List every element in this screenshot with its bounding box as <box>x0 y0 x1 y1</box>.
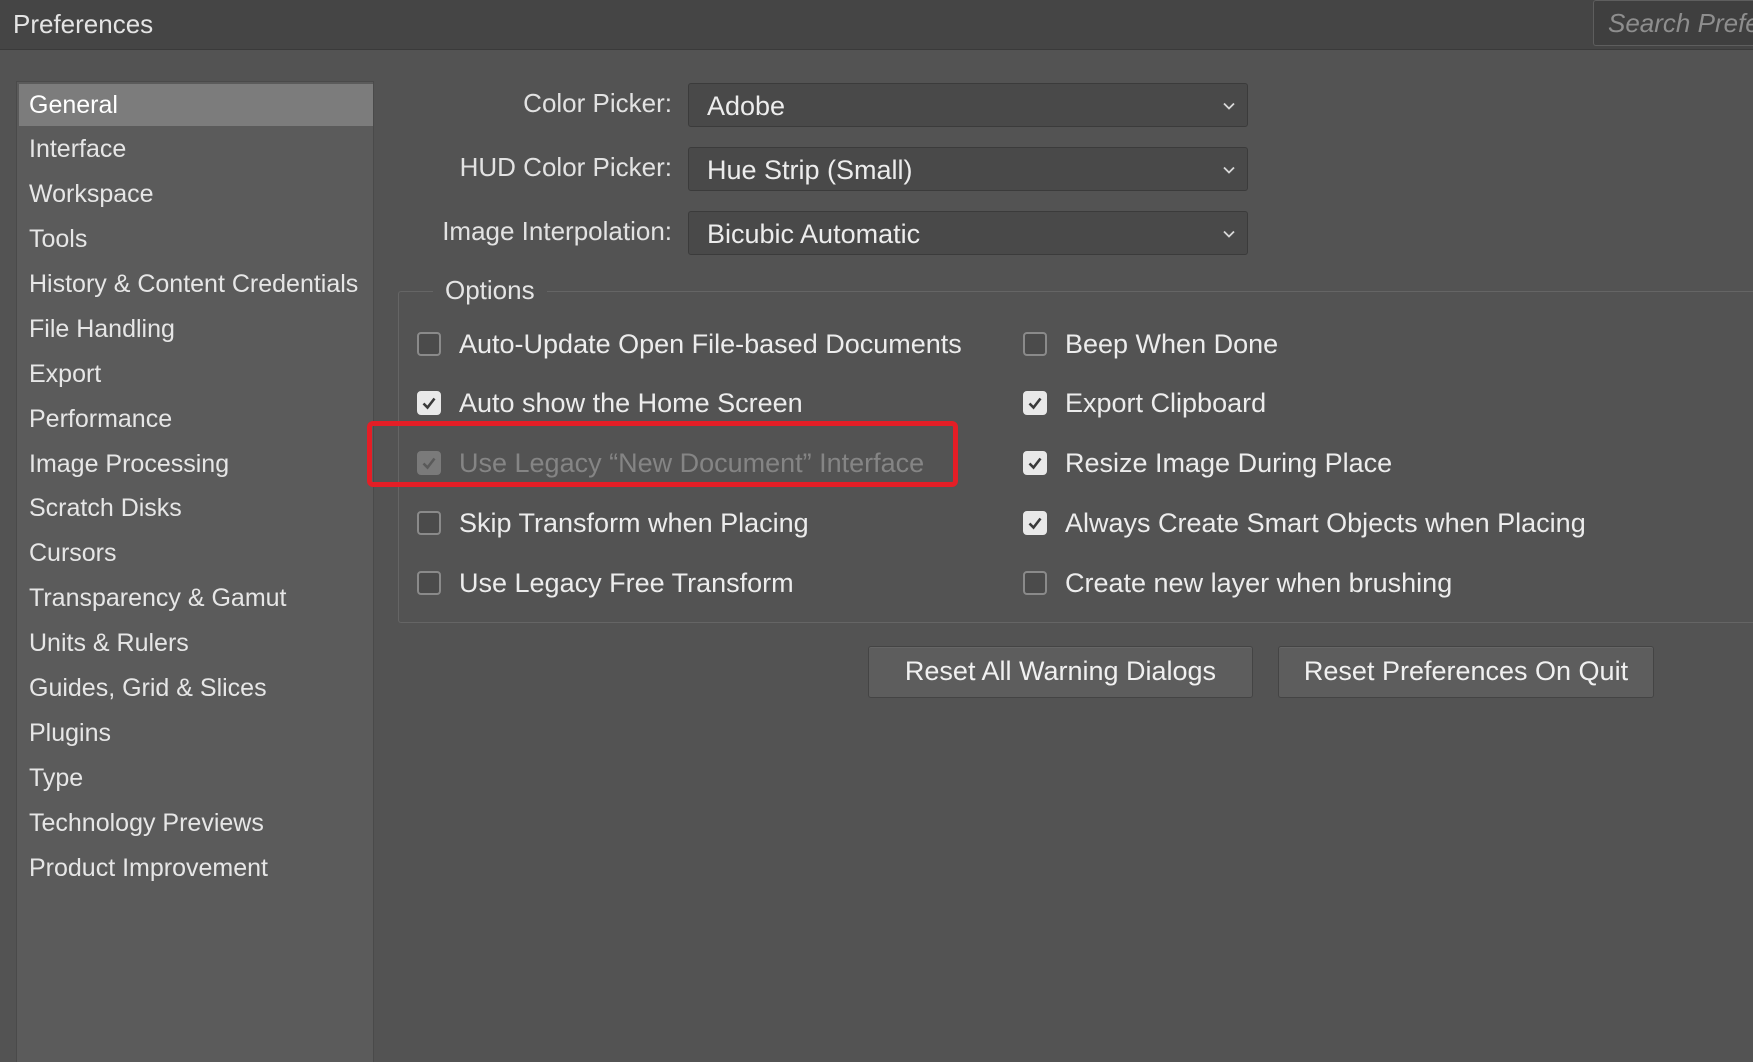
sidebar-item-image-processing[interactable]: Image Processing <box>19 443 373 485</box>
option-label: Resize Image During Place <box>1065 448 1393 478</box>
checkbox-checked[interactable] <box>1023 451 1047 475</box>
option-label: Export Clipboard <box>1065 388 1267 418</box>
option-label: Always Create Smart Objects when Placing <box>1065 508 1586 538</box>
hud-color-picker-value: Hue Strip (Small) <box>707 155 913 185</box>
checkmark-icon <box>1028 457 1042 470</box>
color-picker-label: Color Picker: <box>523 88 672 118</box>
option-label: Auto show the Home Screen <box>459 388 803 418</box>
search-input[interactable] <box>1594 1 1753 45</box>
sidebar-item-guides-grid-slices[interactable]: Guides, Grid & Slices <box>19 667 373 709</box>
sidebar-item-general[interactable]: General <box>19 84 373 126</box>
sidebar-item-tools[interactable]: Tools <box>19 218 373 260</box>
sidebar-item-plugins[interactable]: Plugins <box>19 712 373 754</box>
color-picker-select[interactable]: Adobe <box>688 83 1248 127</box>
checkmark-icon <box>1028 397 1042 410</box>
checkbox-checked[interactable] <box>1023 391 1047 415</box>
sidebar-item-interface[interactable]: Interface <box>19 128 373 170</box>
reset-warning-dialogs-button[interactable]: Reset All Warning Dialogs <box>868 646 1253 698</box>
sidebar-item-type[interactable]: Type <box>19 757 373 799</box>
checkmark-icon <box>1028 517 1042 530</box>
sidebar-item-cursors[interactable]: Cursors <box>19 532 373 574</box>
category-sidebar: General Interface Workspace Tools Histor… <box>16 81 374 1062</box>
option-label: Create new layer when brushing <box>1065 568 1453 598</box>
option-label: Use Legacy Free Transform <box>459 568 794 598</box>
options-legend: Options <box>433 275 547 306</box>
option-label: Beep When Done <box>1065 329 1279 359</box>
checkbox[interactable] <box>417 511 441 535</box>
hud-color-picker-select[interactable]: Hue Strip (Small) <box>688 147 1248 191</box>
sidebar-item-file-handling[interactable]: File Handling <box>19 308 373 350</box>
sidebar-item-technology-previews[interactable]: Technology Previews <box>19 802 373 844</box>
color-picker-value: Adobe <box>707 91 786 121</box>
window-title: Preferences <box>13 9 154 39</box>
sidebar-item-product-improvement[interactable]: Product Improvement <box>19 847 373 889</box>
checkbox[interactable] <box>417 571 441 595</box>
hud-color-picker-label: HUD Color Picker: <box>459 152 672 182</box>
image-interpolation-select[interactable]: Bicubic Automatic <box>688 211 1248 255</box>
search-box[interactable] <box>1593 0 1753 46</box>
checkbox[interactable] <box>1023 332 1047 356</box>
title-bar: Preferences <box>0 0 1753 50</box>
image-interpolation-label: Image Interpolation: <box>442 216 672 246</box>
sidebar-item-scratch-disks[interactable]: Scratch Disks <box>19 487 373 529</box>
sidebar-item-performance[interactable]: Performance <box>19 398 373 440</box>
sidebar-item-workspace[interactable]: Workspace <box>19 173 373 215</box>
chevron-down-icon <box>1223 230 1235 238</box>
checkbox[interactable] <box>1023 571 1047 595</box>
sidebar-item-units-rulers[interactable]: Units & Rulers <box>19 622 373 664</box>
option-label: Auto-Update Open File-based Documents <box>459 329 962 359</box>
option-label: Skip Transform when Placing <box>459 508 809 538</box>
sidebar-item-history[interactable]: History & Content Credentials <box>19 263 373 305</box>
preferences-window: Preferences General Interface Workspace … <box>0 0 1753 1062</box>
checkbox[interactable] <box>417 332 441 356</box>
checkbox-checked[interactable] <box>417 391 441 415</box>
chevron-down-icon <box>1223 102 1235 110</box>
checkbox-checked[interactable] <box>1023 511 1047 535</box>
highlight-annotation <box>367 421 958 487</box>
sidebar-item-export[interactable]: Export <box>19 353 373 395</box>
chevron-down-icon <box>1223 166 1235 174</box>
sidebar-item-transparency-gamut[interactable]: Transparency & Gamut <box>19 577 373 619</box>
reset-preferences-on-quit-button[interactable]: Reset Preferences On Quit <box>1278 646 1654 698</box>
checkmark-icon <box>422 397 436 410</box>
image-interpolation-value: Bicubic Automatic <box>707 219 921 249</box>
